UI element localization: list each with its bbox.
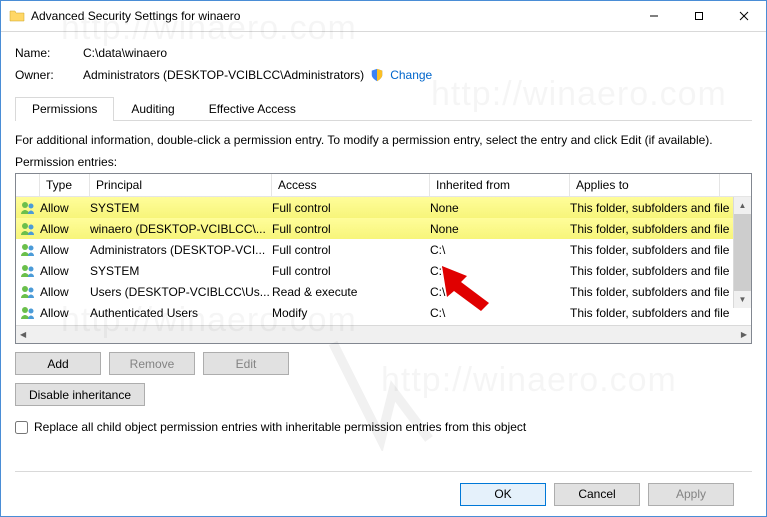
cell-inherited: C:\ xyxy=(430,285,570,299)
name-row: Name: C:\data\winaero xyxy=(15,42,752,64)
client-area: Name: C:\data\winaero Owner: Administrat… xyxy=(1,32,766,516)
replace-children-checkbox[interactable] xyxy=(15,421,28,434)
cell-applies: This folder, subfolders and file xyxy=(570,222,720,236)
tab-effective-access[interactable]: Effective Access xyxy=(192,97,313,121)
cell-access: Full control xyxy=(272,222,430,236)
col-principal[interactable]: Principal xyxy=(90,174,272,196)
entries-label: Permission entries: xyxy=(15,155,752,169)
cell-principal: Administrators (DESKTOP-VCI... xyxy=(90,243,272,257)
cell-inherited: C:\ xyxy=(430,264,570,278)
cell-principal: SYSTEM xyxy=(90,201,272,215)
cell-inherited: C:\ xyxy=(430,306,570,320)
table-row[interactable]: AllowUsers (DESKTOP-VCIBLCC\Us...Read & … xyxy=(16,281,751,302)
cell-access: Modify xyxy=(272,306,430,320)
table-row[interactable]: Allowwinaero (DESKTOP-VCIBLCC\...Full co… xyxy=(16,218,751,239)
col-applies[interactable]: Applies to xyxy=(570,174,720,196)
cell-principal: Authenticated Users xyxy=(90,306,272,320)
cell-applies: This folder, subfolders and file xyxy=(570,201,720,215)
table-row[interactable]: AllowSYSTEMFull controlC:\This folder, s… xyxy=(16,260,751,281)
window-title: Advanced Security Settings for winaero xyxy=(31,9,631,23)
inheritance-buttons: Disable inheritance xyxy=(15,383,752,406)
table-row[interactable]: AllowSYSTEMFull controlNoneThis folder, … xyxy=(16,197,751,218)
add-button[interactable]: Add xyxy=(15,352,101,375)
principal-icon xyxy=(16,242,40,258)
cell-type: Allow xyxy=(40,222,90,236)
owner-label: Owner: xyxy=(15,68,83,82)
cell-access: Full control xyxy=(272,201,430,215)
principal-icon xyxy=(16,284,40,300)
horizontal-scrollbar[interactable]: ◀ ▶ xyxy=(16,325,751,343)
col-inherited[interactable]: Inherited from xyxy=(430,174,570,196)
apply-button[interactable]: Apply xyxy=(648,483,734,506)
tab-permissions[interactable]: Permissions xyxy=(15,97,114,121)
cell-type: Allow xyxy=(40,201,90,215)
cell-applies: This folder, subfolders and file xyxy=(570,264,720,278)
cell-inherited: None xyxy=(430,222,570,236)
col-type[interactable]: Type xyxy=(40,174,90,196)
table-row[interactable]: AllowAuthenticated UsersModifyC:\This fo… xyxy=(16,302,751,323)
titlebar: Advanced Security Settings for winaero xyxy=(1,1,766,32)
name-value: C:\data\winaero xyxy=(83,46,167,60)
cell-access: Full control xyxy=(272,243,430,257)
remove-button[interactable]: Remove xyxy=(109,352,195,375)
edit-button[interactable]: Edit xyxy=(203,352,289,375)
cell-type: Allow xyxy=(40,306,90,320)
owner-value: Administrators (DESKTOP-VCIBLCC\Administ… xyxy=(83,68,364,82)
tab-auditing[interactable]: Auditing xyxy=(114,97,191,121)
scroll-thumb[interactable] xyxy=(734,214,751,291)
cell-principal: winaero (DESKTOP-VCIBLCC\... xyxy=(90,222,272,236)
cell-type: Allow xyxy=(40,243,90,257)
security-settings-window: http://winaero.com http://winaero.com ht… xyxy=(0,0,767,517)
folder-icon xyxy=(9,8,25,24)
change-owner-link[interactable]: Change xyxy=(390,68,432,82)
grid-body: AllowSYSTEMFull controlNoneThis folder, … xyxy=(16,197,751,325)
cell-access: Full control xyxy=(272,264,430,278)
cell-applies: This folder, subfolders and file xyxy=(570,285,720,299)
entry-buttons: Add Remove Edit xyxy=(15,352,752,375)
cell-applies: This folder, subfolders and file xyxy=(570,306,720,320)
disable-inheritance-button[interactable]: Disable inheritance xyxy=(15,383,145,406)
scroll-left-icon[interactable]: ◀ xyxy=(20,330,26,339)
scroll-up-icon[interactable]: ▲ xyxy=(734,197,751,214)
close-button[interactable] xyxy=(721,2,766,31)
cell-type: Allow xyxy=(40,285,90,299)
table-row[interactable]: AllowAdministrators (DESKTOP-VCI...Full … xyxy=(16,239,751,260)
cell-principal: Users (DESKTOP-VCIBLCC\Us... xyxy=(90,285,272,299)
ok-button[interactable]: OK xyxy=(460,483,546,506)
cell-type: Allow xyxy=(40,264,90,278)
principal-icon xyxy=(16,200,40,216)
shield-icon xyxy=(370,68,384,82)
col-access[interactable]: Access xyxy=(272,174,430,196)
cell-inherited: C:\ xyxy=(430,243,570,257)
replace-children-label: Replace all child object permission entr… xyxy=(34,420,526,434)
info-text: For additional information, double-click… xyxy=(15,133,752,147)
owner-row: Owner: Administrators (DESKTOP-VCIBLCC\A… xyxy=(15,64,752,86)
vertical-scrollbar[interactable]: ▲ ▼ xyxy=(733,197,751,308)
name-label: Name: xyxy=(15,46,83,60)
cell-applies: This folder, subfolders and file xyxy=(570,243,720,257)
grid-header[interactable]: Type Principal Access Inherited from App… xyxy=(16,174,751,197)
principal-icon xyxy=(16,305,40,321)
scroll-right-icon[interactable]: ▶ xyxy=(741,330,747,339)
cell-access: Read & execute xyxy=(272,285,430,299)
scroll-down-icon[interactable]: ▼ xyxy=(734,291,751,308)
cancel-button[interactable]: Cancel xyxy=(554,483,640,506)
maximize-button[interactable] xyxy=(676,2,721,31)
tab-strip: Permissions Auditing Effective Access xyxy=(15,96,752,121)
permissions-grid[interactable]: Type Principal Access Inherited from App… xyxy=(15,173,752,344)
dialog-footer: OK Cancel Apply xyxy=(15,471,752,516)
principal-icon xyxy=(16,263,40,279)
replace-children-row: Replace all child object permission entr… xyxy=(15,420,752,434)
cell-inherited: None xyxy=(430,201,570,215)
principal-icon xyxy=(16,221,40,237)
minimize-button[interactable] xyxy=(631,2,676,31)
cell-principal: SYSTEM xyxy=(90,264,272,278)
